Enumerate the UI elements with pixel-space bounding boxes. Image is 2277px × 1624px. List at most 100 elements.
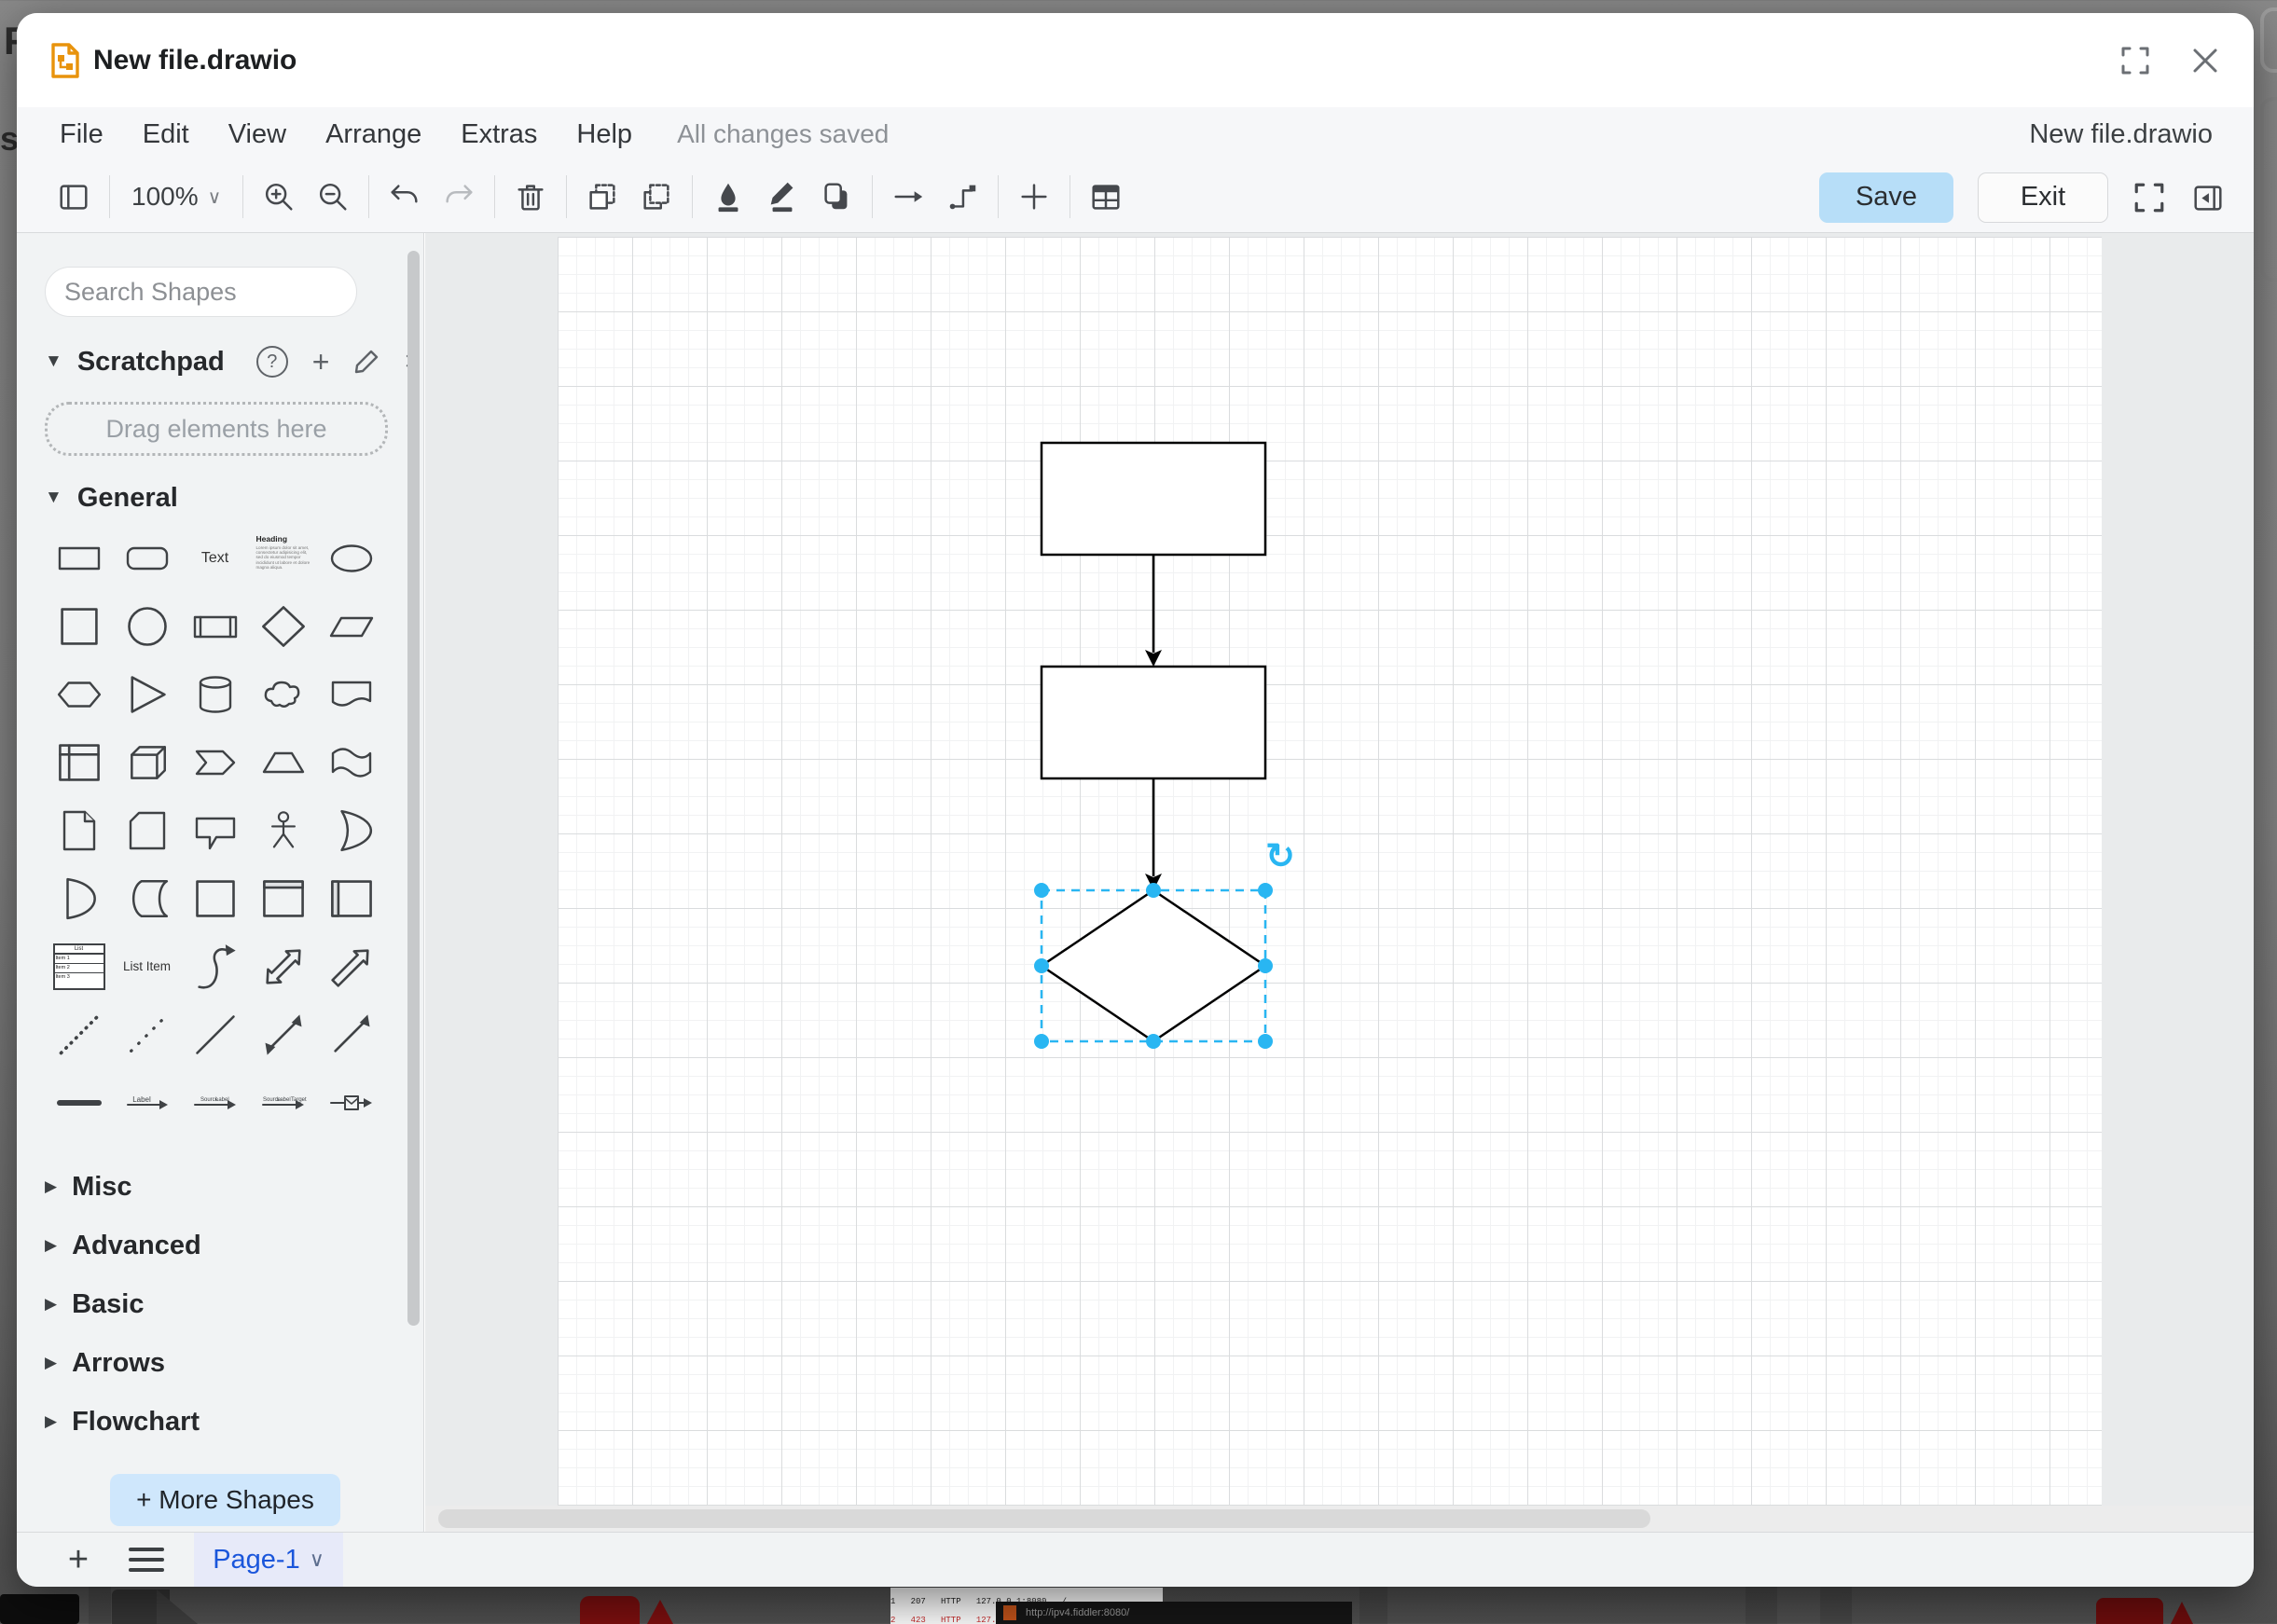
shape-parallelogram[interactable] [322, 597, 381, 656]
shape-connector-with-symbol[interactable] [322, 1073, 381, 1133]
shape-textbox[interactable]: HeadingLorem ipsum dolor sit amet, conse… [254, 529, 313, 588]
shape-arrow[interactable] [322, 937, 381, 997]
save-button[interactable]: Save [1819, 172, 1953, 223]
menu-edit[interactable]: Edit [143, 119, 189, 150]
menu-arrange[interactable]: Arrange [325, 119, 421, 150]
shape-ellipse[interactable] [322, 529, 381, 588]
shape-list-item[interactable]: List Item [117, 937, 177, 997]
shape-process[interactable] [186, 597, 245, 656]
add-page-button[interactable]: + [58, 1541, 99, 1578]
canvas-hscrollbar-thumb[interactable] [438, 1509, 1650, 1528]
menu-file[interactable]: File [60, 119, 104, 150]
shape-list[interactable]: ListItem 1Item 2Item 3 [49, 937, 109, 997]
shape-container[interactable] [186, 869, 245, 929]
zoom-out-button[interactable] [306, 170, 360, 224]
window-fullscreen-icon[interactable] [2119, 45, 2151, 76]
shape-step[interactable] [186, 733, 245, 792]
shape-bidirectional-connector[interactable] [254, 1005, 313, 1065]
shape-dashed-line[interactable] [49, 1005, 109, 1065]
shape-line[interactable] [186, 1005, 245, 1065]
zoom-in-button[interactable] [252, 170, 306, 224]
shadow-button[interactable] [809, 170, 863, 224]
resize-handle-w[interactable] [1034, 958, 1049, 973]
scratchpad-add-icon[interactable]: + [312, 348, 330, 376]
shape-horizontal-container[interactable] [322, 869, 381, 929]
line-color-button[interactable] [755, 170, 809, 224]
window-close-icon[interactable] [2190, 46, 2220, 76]
rotate-handle-icon[interactable]: ↻ [1265, 837, 1295, 876]
resize-handle-ne[interactable] [1258, 883, 1273, 898]
search-shapes-input[interactable] [62, 277, 396, 308]
delete-button[interactable] [504, 170, 558, 224]
sidebar-section-arrows[interactable]: ▶ Arrows [45, 1342, 165, 1384]
waypoints-button[interactable] [935, 170, 989, 224]
sidebar-section-basic[interactable]: ▶ Basic [45, 1283, 144, 1326]
shape-internal-storage[interactable] [49, 733, 109, 792]
caret-down-icon[interactable]: ▼ [45, 351, 62, 372]
connection-arrow-button[interactable] [881, 170, 935, 224]
shape-bidirectional-arrow[interactable] [254, 937, 313, 997]
shape-hexagon[interactable] [49, 665, 109, 724]
fullscreen-icon[interactable] [2132, 181, 2166, 214]
shape-cylinder[interactable] [186, 665, 245, 724]
page-tab[interactable]: Page-1 ∨ [194, 1533, 343, 1587]
shape-label-arrow[interactable]: Label [117, 1073, 177, 1133]
table-button[interactable] [1079, 170, 1133, 224]
menu-extras[interactable]: Extras [461, 119, 537, 150]
scratchpad-drop-zone[interactable]: Drag elements here [45, 402, 388, 456]
shape-data-storage[interactable] [117, 869, 177, 929]
shape-directional-connector[interactable] [322, 1005, 381, 1065]
collapse-panel-icon[interactable] [2190, 180, 2226, 215]
scratchpad-title[interactable]: Scratchpad [77, 347, 225, 378]
to-back-button[interactable] [629, 170, 683, 224]
node-rectangle-2[interactable] [1042, 667, 1265, 778]
undo-button[interactable] [378, 170, 432, 224]
resize-handle-n[interactable] [1146, 883, 1161, 898]
shape-actor[interactable] [254, 801, 313, 860]
shape-triangle[interactable] [117, 665, 177, 724]
shape-dotted-line[interactable] [117, 1005, 177, 1065]
resize-handle-nw[interactable] [1034, 883, 1049, 898]
shape-circle[interactable] [117, 597, 177, 656]
shape-cloud[interactable] [254, 665, 313, 724]
shape-card[interactable] [117, 801, 177, 860]
sidebar-section-advanced[interactable]: ▶ Advanced [45, 1224, 201, 1267]
fill-color-button[interactable] [701, 170, 755, 224]
toggle-format-panel-button[interactable] [47, 170, 101, 224]
shape-callout[interactable] [186, 801, 245, 860]
general-section-header[interactable]: ▼ General [45, 477, 178, 518]
shape-note[interactable] [49, 801, 109, 860]
shape-and[interactable] [49, 869, 109, 929]
pages-menu-icon[interactable] [129, 1548, 164, 1572]
resize-handle-se[interactable] [1258, 1034, 1273, 1049]
node-diamond-selected[interactable] [1042, 890, 1265, 1041]
shape-trapezoid[interactable] [254, 733, 313, 792]
more-shapes-button[interactable]: + More Shapes [110, 1474, 340, 1526]
shape-cube[interactable] [117, 733, 177, 792]
shape-or[interactable] [322, 801, 381, 860]
scratchpad-edit-icon[interactable] [353, 349, 380, 375]
insert-button[interactable] [1007, 170, 1061, 224]
shape-curve[interactable] [186, 937, 245, 997]
resize-handle-sw[interactable] [1034, 1034, 1049, 1049]
shape-vertical-container[interactable] [254, 869, 313, 929]
resize-handle-e[interactable] [1258, 958, 1273, 973]
shape-square[interactable] [49, 597, 109, 656]
shape-document[interactable] [322, 665, 381, 724]
shape-text[interactable]: Text [186, 529, 245, 588]
menu-help[interactable]: Help [576, 119, 632, 150]
resize-handle-s[interactable] [1146, 1034, 1161, 1049]
shape-link[interactable] [49, 1073, 109, 1133]
shape-source-label-arrow[interactable]: SourceLabel [186, 1073, 245, 1133]
zoom-dropdown[interactable]: 100% ∨ [118, 182, 234, 212]
shape-source-target-arrow[interactable]: SourceLabelTarget [254, 1073, 313, 1133]
sidebar-section-misc[interactable]: ▶ Misc [45, 1165, 132, 1208]
shape-diamond[interactable] [254, 597, 313, 656]
edge-arrow-2[interactable] [1145, 778, 1162, 890]
sidebar-section-flowchart[interactable]: ▶ Flowchart [45, 1400, 200, 1443]
exit-button[interactable]: Exit [1978, 172, 2108, 223]
to-front-button[interactable] [575, 170, 629, 224]
edge-arrow-1[interactable] [1145, 555, 1162, 667]
sidebar-scrollbar[interactable] [407, 251, 420, 1326]
shape-rectangle[interactable] [49, 529, 109, 588]
